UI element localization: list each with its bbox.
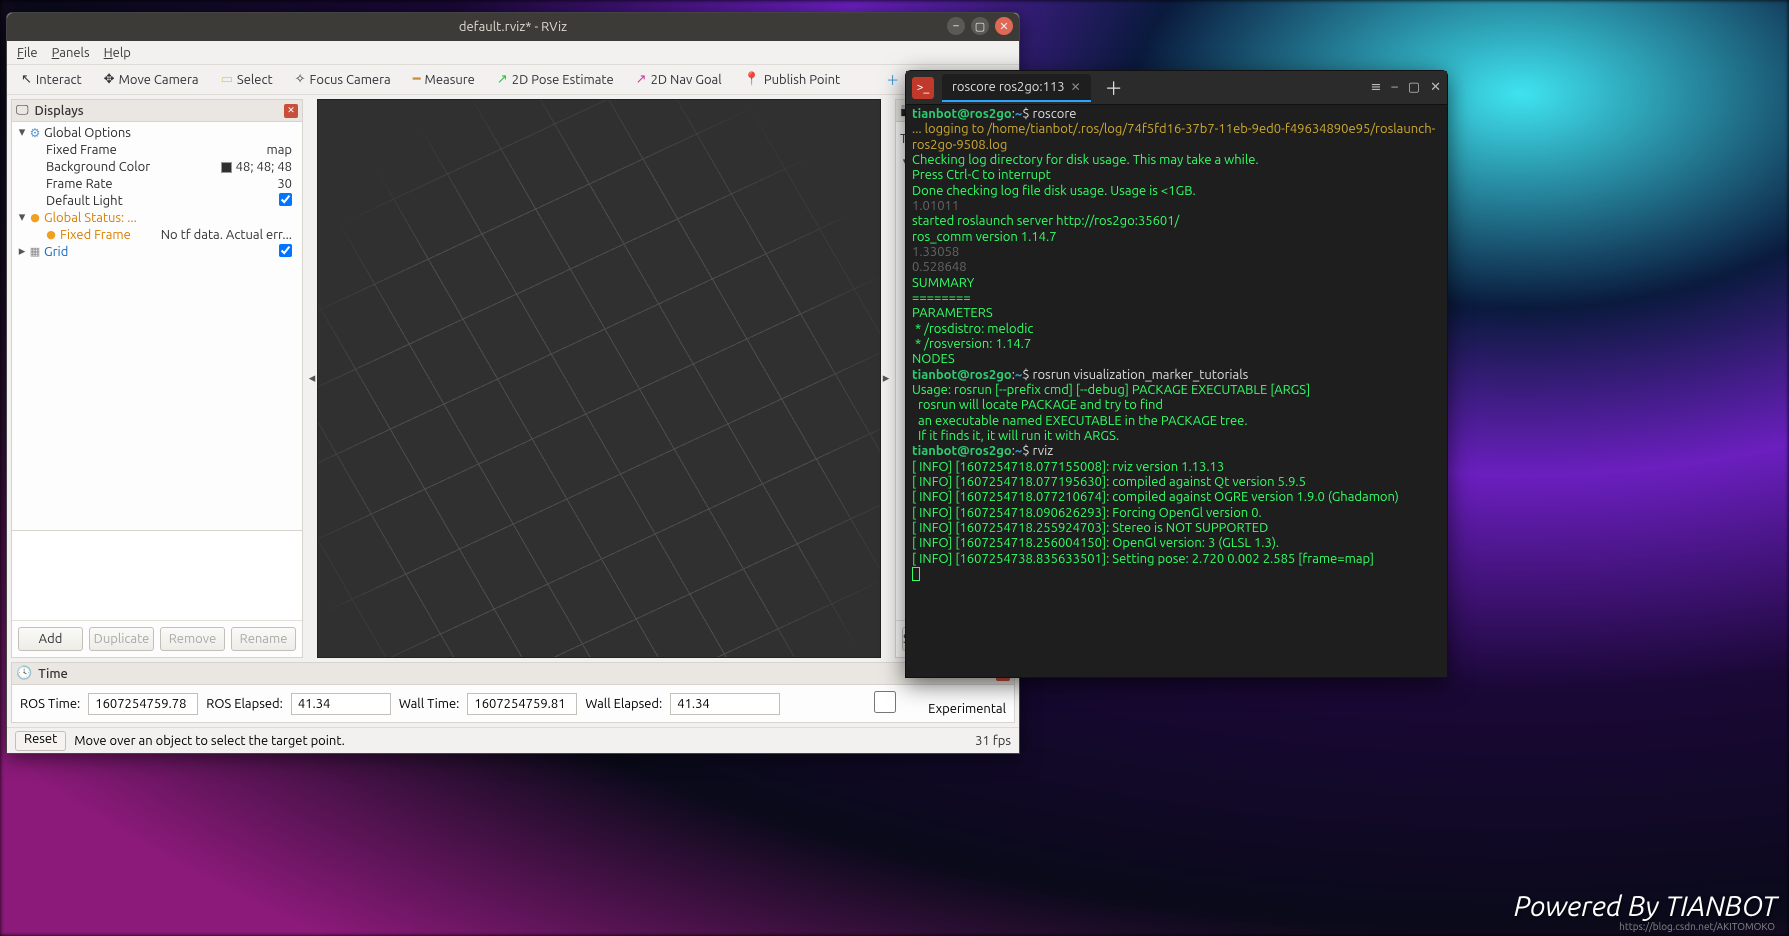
nav-goal-icon: ↗: [636, 72, 647, 87]
splitter-left[interactable]: ◂: [307, 95, 317, 662]
menu-file[interactable]: File: [17, 46, 38, 60]
move-camera-icon: ✥: [104, 72, 115, 87]
measure-icon: ━: [413, 72, 421, 87]
displays-panel: 🖵 Displays ✕ ▾Global Options Fixed Frame…: [11, 99, 303, 658]
terminal-window: >_ roscore ros2go:113 ✕ ＋ ≡ – ▢ ✕ tianbo…: [905, 70, 1448, 678]
framerate-value[interactable]: 30: [277, 177, 298, 191]
new-tab-button[interactable]: ＋: [1099, 75, 1129, 101]
ros-time-field[interactable]: [88, 693, 198, 715]
statusbar: Reset Move over an object to select the …: [7, 727, 1019, 753]
displays-title: Displays: [35, 104, 84, 118]
tool-select[interactable]: ▭Select: [215, 70, 279, 89]
tool-move-camera[interactable]: ✥Move Camera: [98, 70, 205, 89]
fixed-frame-value[interactable]: map: [266, 143, 298, 157]
grid-checkbox[interactable]: [279, 244, 292, 257]
publish-point-icon: 📍: [744, 72, 760, 87]
terminal-body[interactable]: tianbot@ros2go:~$ roscore... logging to …: [906, 105, 1447, 677]
fixed-frame-status: No tf data. Actual err...: [161, 228, 298, 242]
rviz-titlebar[interactable]: default.rviz* - RViz – ▢ ✕: [7, 13, 1019, 41]
time-panel: 🕓 Time ✕ ROS Time: ROS Elapsed: Wall Tim…: [11, 662, 1015, 723]
add-button[interactable]: Add: [18, 627, 83, 651]
wall-time-field[interactable]: [467, 693, 577, 715]
terminal-close-button[interactable]: ✕: [1430, 80, 1441, 95]
terminal-minimize-button[interactable]: –: [1391, 80, 1397, 95]
terminal-app-icon: >_: [912, 77, 934, 99]
experimental-checkbox[interactable]: [845, 691, 925, 713]
status-hint: Move over an object to select the target…: [74, 734, 345, 748]
clock-icon: 🕓: [16, 666, 32, 681]
window-minimize-button[interactable]: –: [947, 17, 965, 35]
chevron-right-icon[interactable]: ▸: [16, 244, 28, 259]
rename-button: Rename: [231, 627, 296, 651]
time-header[interactable]: 🕓 Time ✕: [12, 663, 1014, 685]
rviz-title: default.rviz* - RViz: [459, 20, 567, 34]
default-light-checkbox[interactable]: [279, 193, 292, 206]
close-icon[interactable]: ✕: [284, 104, 298, 118]
tool-focus-camera[interactable]: ✧Focus Camera: [289, 70, 397, 89]
terminal-maximize-button[interactable]: ▢: [1408, 80, 1420, 95]
splitter-right[interactable]: ▸: [881, 95, 891, 662]
select-icon: ▭: [221, 72, 233, 87]
time-title: Time: [38, 667, 68, 681]
terminal-titlebar[interactable]: >_ roscore ros2go:113 ✕ ＋ ≡ – ▢ ✕: [906, 71, 1447, 105]
pose-estimate-icon: ↗: [497, 72, 508, 87]
focus-camera-icon: ✧: [295, 72, 306, 87]
warning-icon: [28, 211, 42, 224]
remove-button: Remove: [160, 627, 225, 651]
description-box: [12, 530, 302, 620]
3d-viewport[interactable]: [317, 99, 881, 658]
toolbar: ↖Interact ✥Move Camera ▭Select ✧Focus Ca…: [7, 65, 1019, 95]
warning-icon: [44, 228, 58, 241]
chevron-down-icon[interactable]: ▾: [16, 210, 28, 225]
window-maximize-button[interactable]: ▢: [971, 17, 989, 35]
tool-publish-point[interactable]: 📍Publish Point: [738, 70, 847, 89]
menu-help[interactable]: Help: [104, 46, 131, 60]
tool-measure[interactable]: ━Measure: [407, 70, 481, 89]
tool-interact[interactable]: ↖Interact: [15, 70, 88, 89]
tab-close-icon[interactable]: ✕: [1071, 80, 1081, 94]
ros-elapsed-label: ROS Elapsed:: [206, 697, 283, 711]
terminal-tab-label: roscore ros2go:113: [952, 80, 1065, 94]
chevron-down-icon[interactable]: ▾: [16, 125, 28, 140]
tool-2d-pose-estimate[interactable]: ↗2D Pose Estimate: [491, 70, 620, 89]
ros-elapsed-field[interactable]: [291, 693, 391, 715]
bgcolor-value[interactable]: 48; 48; 48: [221, 160, 298, 174]
reset-button[interactable]: Reset: [15, 731, 66, 751]
displays-tree[interactable]: ▾Global Options Fixed Framemap Backgroun…: [12, 122, 302, 530]
duplicate-button: Duplicate: [89, 627, 154, 651]
experimental-label: Experimental: [928, 702, 1006, 716]
menu-panels[interactable]: Panels: [52, 46, 90, 60]
terminal-tab[interactable]: roscore ros2go:113 ✕: [942, 74, 1091, 102]
tool-add[interactable]: ＋: [880, 68, 905, 91]
fps-counter: 31 fps: [975, 734, 1011, 748]
ros-time-label: ROS Time:: [20, 697, 80, 711]
watermark-sub: https://blog.csdn.net/AKITOMOKO: [1619, 921, 1775, 932]
wall-elapsed-field[interactable]: [670, 693, 780, 715]
gear-icon: [28, 126, 42, 140]
grid-icon: [28, 245, 42, 258]
displays-icon: 🖵: [16, 103, 29, 118]
interact-icon: ↖: [21, 72, 32, 87]
tool-2d-nav-goal[interactable]: ↗2D Nav Goal: [630, 70, 728, 89]
hamburger-icon[interactable]: ≡: [1370, 80, 1381, 95]
menubar: File Panels Help: [7, 41, 1019, 65]
wall-time-label: Wall Time:: [399, 697, 460, 711]
displays-header[interactable]: 🖵 Displays ✕: [12, 100, 302, 122]
rviz-window: default.rviz* - RViz – ▢ ✕ File Panels H…: [6, 12, 1020, 754]
wall-elapsed-label: Wall Elapsed:: [585, 697, 662, 711]
watermark: Powered By TIANBOT: [1514, 891, 1777, 922]
window-close-button[interactable]: ✕: [995, 17, 1013, 35]
